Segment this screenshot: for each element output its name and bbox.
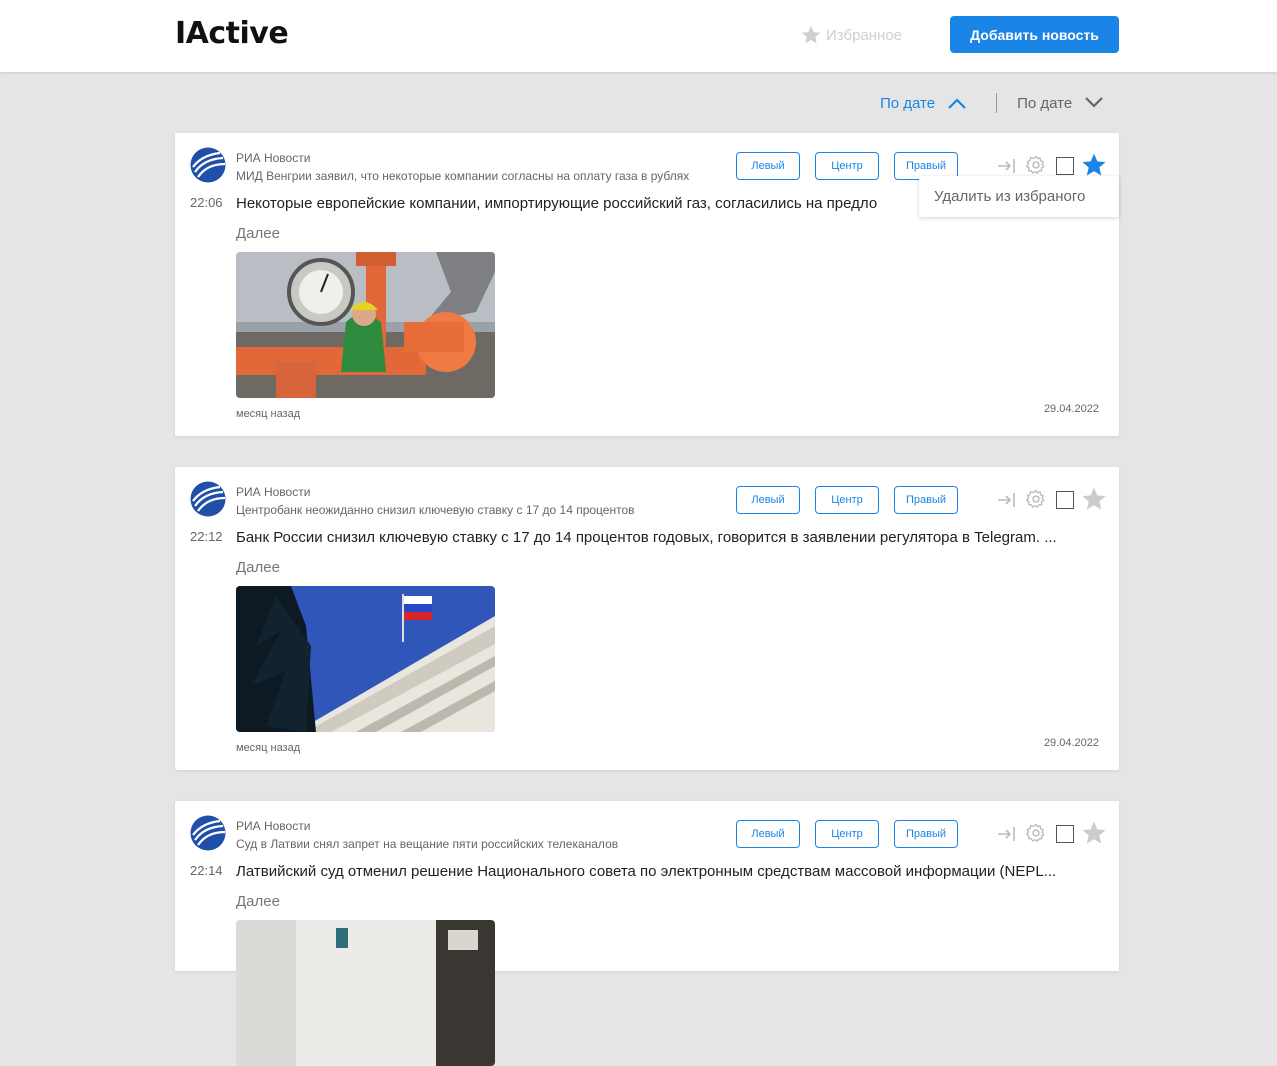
star-icon xyxy=(801,25,821,44)
sort-label-secondary: По дате xyxy=(1017,94,1073,112)
export-icon[interactable] xyxy=(997,158,1017,174)
news-image[interactable] xyxy=(236,920,495,1066)
news-date: 29.04.2022 xyxy=(1043,403,1099,415)
favorite-star-icon[interactable] xyxy=(1081,486,1107,512)
gas-pipeline-image xyxy=(236,252,495,398)
select-checkbox[interactable] xyxy=(1056,825,1074,843)
bank-building-image xyxy=(236,586,495,732)
sort-divider xyxy=(996,93,998,113)
tag-center-button[interactable]: Центр xyxy=(815,820,879,848)
news-subtitle: Центробанк неожиданно снизил ключевую ст… xyxy=(236,503,635,517)
news-headline[interactable]: Банк России снизил ключевую ставку с 17 … xyxy=(236,529,1102,546)
favorites-link[interactable]: Избранное xyxy=(800,24,902,46)
courtroom-image xyxy=(236,920,495,1066)
app-logo[interactable]: IActive xyxy=(175,16,289,51)
tag-right-button[interactable]: Правый xyxy=(894,486,958,514)
news-time: 22:12 xyxy=(190,529,223,544)
tag-center-button[interactable]: Центр xyxy=(815,152,879,180)
tag-left-button[interactable]: Левый xyxy=(736,152,800,180)
news-headline[interactable]: Латвийский суд отменил решение Националь… xyxy=(236,863,1102,880)
favorites-label: Избранное xyxy=(826,26,903,44)
gear-icon[interactable] xyxy=(1025,488,1047,510)
sort-by-date-asc[interactable]: По дате xyxy=(880,95,967,112)
news-image[interactable] xyxy=(236,252,495,398)
sort-bar: По дате По дате xyxy=(880,90,1104,116)
select-checkbox[interactable] xyxy=(1056,157,1074,175)
news-source: РИА Новости xyxy=(236,151,311,165)
news-time: 22:14 xyxy=(190,863,223,878)
news-card: РИА Новости Суд в Латвии снял запрет на … xyxy=(175,801,1119,1066)
news-source: РИА Новости xyxy=(236,819,311,833)
select-checkbox[interactable] xyxy=(1056,491,1074,509)
top-bar: IActive Избранное Добавить новость xyxy=(0,0,1277,72)
gear-icon[interactable] xyxy=(1025,154,1047,176)
news-time: 22:06 xyxy=(190,195,223,210)
news-image[interactable] xyxy=(236,586,495,732)
ria-logo-icon xyxy=(190,147,226,183)
sort-label-primary: По дате xyxy=(880,94,936,112)
read-more-link[interactable]: Далее xyxy=(236,225,280,242)
favorite-star-icon[interactable] xyxy=(1081,820,1107,846)
tag-left-button[interactable]: Левый xyxy=(736,486,800,514)
news-subtitle: МИД Венгрии заявил, что некоторые компан… xyxy=(236,169,690,183)
favorite-star-icon[interactable] xyxy=(1081,152,1107,178)
tag-center-button[interactable]: Центр xyxy=(815,486,879,514)
relative-time: месяц назад xyxy=(236,742,301,754)
ria-logo-icon xyxy=(190,481,226,517)
news-date: 29.04.2022 xyxy=(1043,737,1099,749)
sort-by-date-desc[interactable]: По дате xyxy=(1017,95,1104,112)
gear-icon[interactable] xyxy=(1025,822,1047,844)
chevron-down-icon xyxy=(1085,97,1103,108)
ria-logo-icon xyxy=(190,815,226,851)
export-icon[interactable] xyxy=(997,826,1017,842)
tag-left-button[interactable]: Левый xyxy=(736,820,800,848)
news-card: РИА Новости Центробанк неожиданно снизил… xyxy=(175,467,1119,770)
read-more-link[interactable]: Далее xyxy=(236,559,280,576)
read-more-link[interactable]: Далее xyxy=(236,893,280,910)
export-icon[interactable] xyxy=(997,492,1017,508)
tag-right-button[interactable]: Правый xyxy=(894,820,958,848)
news-subtitle: Суд в Латвии снял запрет на вещание пяти… xyxy=(236,837,619,851)
relative-time: месяц назад xyxy=(236,408,301,420)
news-source: РИА Новости xyxy=(236,485,311,499)
remove-from-favorites-tooltip: Удалить из избраного xyxy=(919,176,1119,217)
chevron-up-icon xyxy=(948,98,966,109)
add-news-button[interactable]: Добавить новость xyxy=(950,16,1119,53)
